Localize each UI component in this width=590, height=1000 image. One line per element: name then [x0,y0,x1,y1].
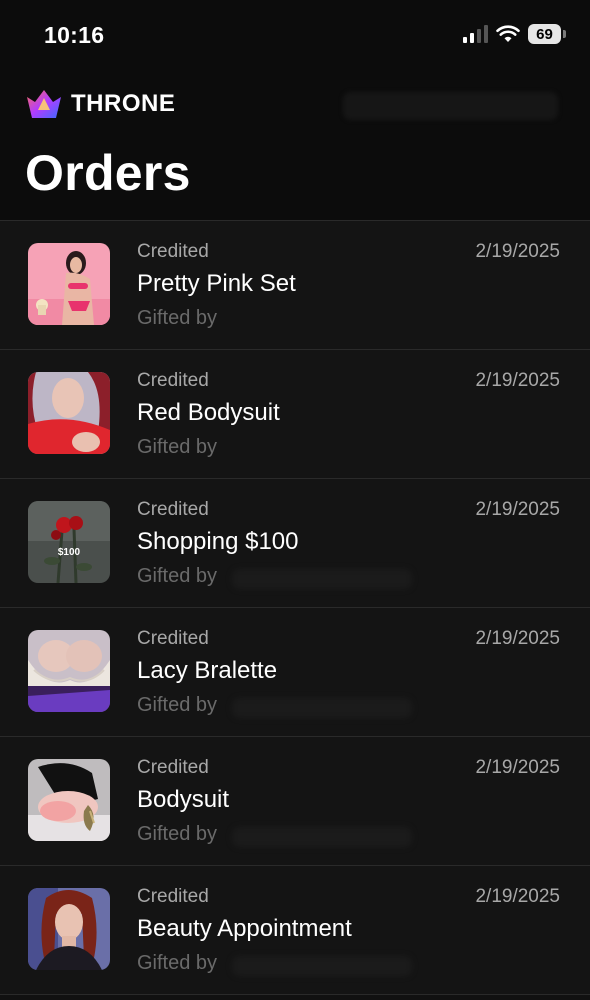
order-row[interactable]: Credited Red Bodysuit Gifted by 2/19/202… [0,350,590,479]
order-status: Credited [137,886,209,907]
gifted-by-label: Gifted by [137,436,218,458]
status-time: 10:16 [44,22,105,48]
status-bar: 10:16 69 [0,0,590,70]
product-name: Lacy Bralette [137,657,278,684]
order-date: 2/19/2025 [475,757,560,778]
cellular-signal-icon [463,25,488,43]
order-date: 2/19/2025 [475,370,560,391]
order-date: 2/19/2025 [475,886,560,907]
order-status: Credited [137,370,209,391]
gift-card-amount: $100 [58,547,81,558]
red-bodysuit-thumbnail [28,372,110,454]
battery-level: 69 [536,25,553,43]
wifi-icon [496,25,520,42]
order-date: 2/19/2025 [475,628,560,649]
order-row[interactable]: $100 Credited Shopping $100 Gifted by 2/… [0,479,590,608]
redacted-gifter-name [232,698,412,718]
order-row[interactable]: Credited Lacy Bralette Gifted by 2/19/20… [0,608,590,737]
logo-text: THRONE [71,90,176,117]
order-date: 2/19/2025 [475,499,560,520]
gifted-by-label: Gifted by [137,565,218,587]
gifted-by-label: Gifted by [137,823,218,845]
order-row[interactable]: Credited Pretty Pink Set Gifted by 2/19/… [0,221,590,350]
beauty-appointment-thumbnail [28,888,110,970]
order-date: 2/19/2025 [475,241,560,262]
order-status: Credited [137,241,209,262]
gifted-by-label: Gifted by [137,952,218,974]
battery-icon: 69 [528,24,561,44]
lacy-bralette-thumbnail [28,630,110,712]
product-name: Beauty Appointment [137,915,352,942]
roses-gift-card-thumbnail: $100 [28,501,110,583]
order-status: Credited [137,499,209,520]
order-row[interactable]: Credited Bodysuit Gifted by 2/19/2025 [0,737,590,866]
throne-logo[interactable]: THRONE [25,88,175,120]
redacted-header-area [343,92,558,120]
pink-lingerie-thumbnail [28,243,110,325]
order-status: Credited [137,628,209,649]
crown-icon [27,90,61,118]
product-name: Shopping $100 [137,528,299,555]
order-status: Credited [137,757,209,778]
gifted-by-label: Gifted by [137,307,218,329]
gifted-by-label: Gifted by [137,694,218,716]
redacted-gifter-name [232,827,412,847]
status-icons: 69 [463,24,566,44]
redacted-gifter-name [232,569,412,589]
product-name: Red Bodysuit [137,399,280,426]
page-title: Orders [25,145,191,201]
bodysuit-thumbnail [28,759,110,841]
order-row[interactable]: Credited Beauty Appointment Gifted by 2/… [0,866,590,995]
redacted-gifter-name [232,956,412,976]
battery-tip [563,30,566,38]
app-header: THRONE Orders [0,70,590,220]
orders-list: Credited Pretty Pink Set Gifted by 2/19/… [0,220,590,995]
product-name: Bodysuit [137,786,230,813]
product-name: Pretty Pink Set [137,270,296,297]
